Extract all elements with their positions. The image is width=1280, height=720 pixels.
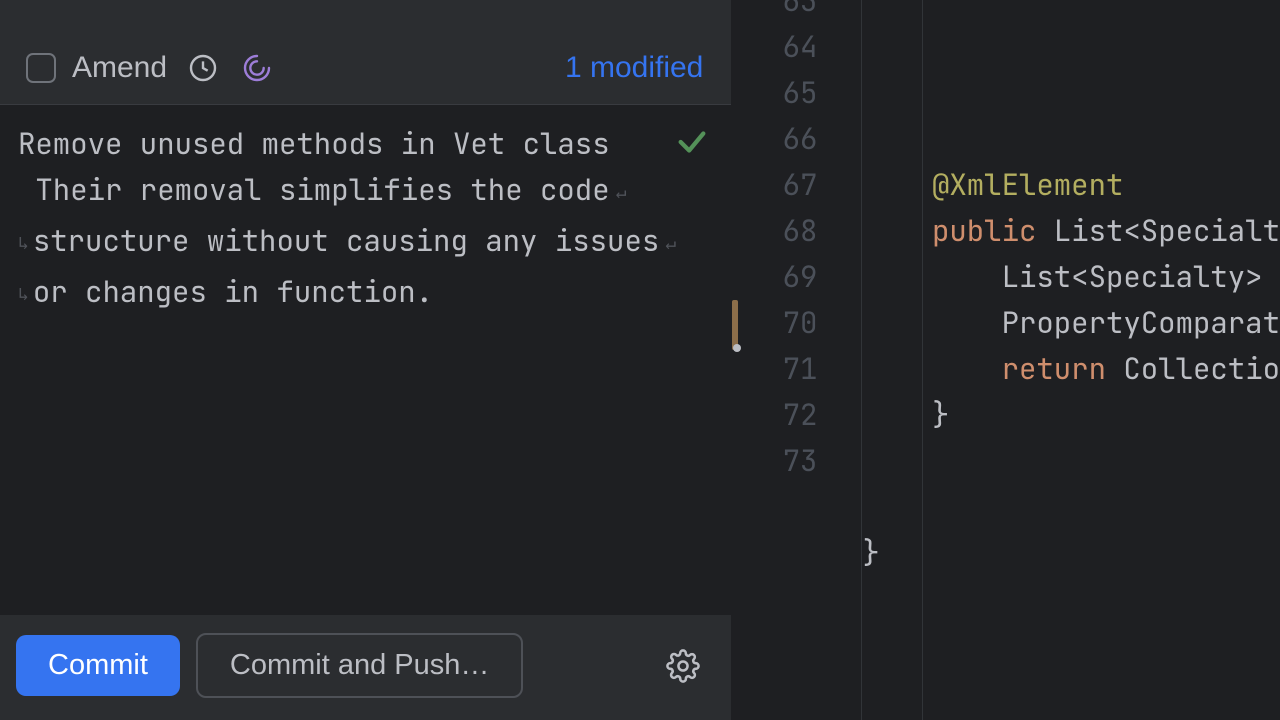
commit-panel: Amend 1 modified Remove unused methods i… [0,0,732,720]
commit-toolbar: Amend 1 modified [0,50,731,104]
line-number: 68 [732,208,861,254]
soft-wrap-cont-icon: ↳ [18,272,29,318]
code-line: PropertyComparat [862,300,1280,346]
commit-message-input[interactable]: Remove unused methods in Vet class Their… [0,104,731,615]
commit-and-push-button[interactable]: Commit and Push… [196,633,524,698]
code-line: List<Specialty> [862,254,1280,300]
change-marker [732,300,738,350]
commit-buttons-bar: Commit Commit and Push… [0,615,731,720]
editor-gutter: 63 64 65 66 67 68 69 70 71 72 73 [732,0,862,720]
code-editor[interactable]: 63 64 65 66 67 68 69 70 71 72 73 @XmlEle… [732,0,1280,720]
code-line: public List<Specialt [862,208,1280,254]
gear-icon[interactable] [663,646,703,686]
line-number: 65 [732,70,861,116]
code-line [862,576,1280,622]
checkbox-box [26,53,56,83]
commit-panel-topgap [0,0,731,50]
modified-files-link[interactable]: 1 modified [565,51,711,85]
code-line [862,438,1280,484]
indent-guide [922,0,923,720]
code-line [862,116,1280,162]
amend-checkbox[interactable]: Amend [26,51,167,85]
code-area[interactable]: @XmlElement public List<Specialt List<Sp… [862,0,1280,720]
line-number: 69 [732,254,861,300]
code-line: return Collectio [862,346,1280,392]
code-line: } [862,392,1280,438]
history-icon[interactable] [185,50,221,86]
commit-message-line: structure without causing any issues [33,221,659,260]
line-number: 71 [732,346,861,392]
code-line: } [862,530,1280,576]
line-number: 70 [732,300,861,346]
line-number: 67 [732,162,861,208]
commit-message-line: Their removal simplifies the code [18,170,610,209]
amend-label: Amend [72,51,167,85]
code-line: @XmlElement [862,162,1280,208]
commit-button[interactable]: Commit [16,635,180,696]
line-number: 66 [732,116,861,162]
code-line [862,484,1280,530]
line-number: 72 [732,392,861,438]
line-number: 64 [732,24,861,70]
line-number: 73 [732,438,861,484]
ai-swirl-icon[interactable] [239,50,275,86]
line-number: 63 [732,0,861,24]
message-ok-icon [675,125,709,172]
soft-wrap-cont-icon: ↳ [18,221,29,267]
soft-wrap-icon: ↵ [616,170,627,216]
soft-wrap-icon: ↵ [665,221,676,267]
commit-message-line: or changes in function. [33,272,433,311]
commit-message-line: Remove unused methods in Vet class [18,124,610,163]
